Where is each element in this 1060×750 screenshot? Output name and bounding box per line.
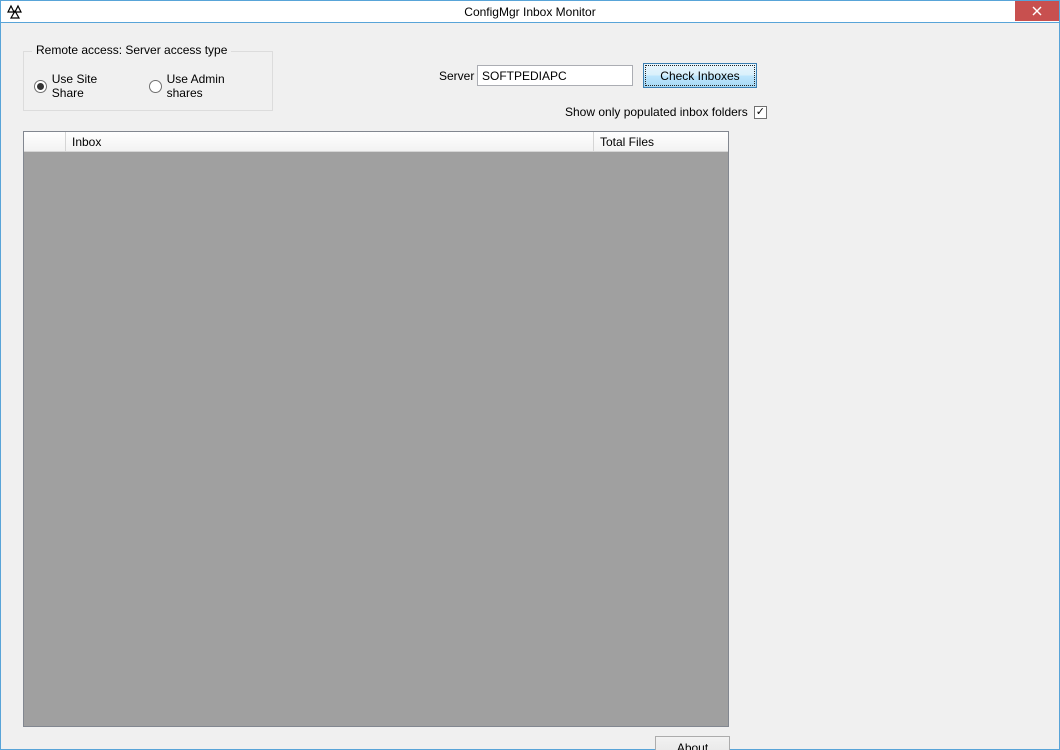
radio-label: Use Site Share	[52, 72, 131, 100]
radio-icon	[34, 80, 47, 93]
grid-header: Inbox Total Files	[24, 132, 728, 152]
show-only-checkbox[interactable]	[754, 106, 767, 119]
radio-use-site-share[interactable]: Use Site Share	[34, 72, 131, 100]
column-inbox[interactable]: Inbox	[66, 132, 594, 151]
radio-label: Use Admin shares	[167, 72, 262, 100]
radio-icon	[149, 80, 162, 93]
remote-access-legend: Remote access: Server access type	[32, 43, 231, 57]
column-total-files[interactable]: Total Files	[594, 132, 728, 151]
window-title: ConfigMgr Inbox Monitor	[1, 5, 1059, 19]
remote-access-group: Remote access: Server access type Use Si…	[23, 51, 273, 111]
check-inboxes-button[interactable]: Check Inboxes	[643, 63, 757, 88]
client-area: Remote access: Server access type Use Si…	[1, 23, 1059, 749]
inbox-grid[interactable]: Inbox Total Files	[23, 131, 729, 727]
show-only-populated-row: Show only populated inbox folders	[565, 105, 767, 119]
column-rowheader[interactable]	[24, 132, 66, 151]
show-only-label: Show only populated inbox folders	[565, 105, 748, 119]
grid-body	[24, 152, 728, 726]
close-button[interactable]	[1015, 1, 1059, 21]
app-window: ConfigMgr Inbox Monitor Remote access: S…	[0, 0, 1060, 750]
radio-use-admin-shares[interactable]: Use Admin shares	[149, 72, 262, 100]
server-input[interactable]	[477, 65, 633, 86]
titlebar[interactable]: ConfigMgr Inbox Monitor	[1, 1, 1059, 23]
server-label: Server	[439, 69, 474, 83]
app-icon	[5, 2, 25, 22]
about-button[interactable]: About	[655, 736, 730, 750]
